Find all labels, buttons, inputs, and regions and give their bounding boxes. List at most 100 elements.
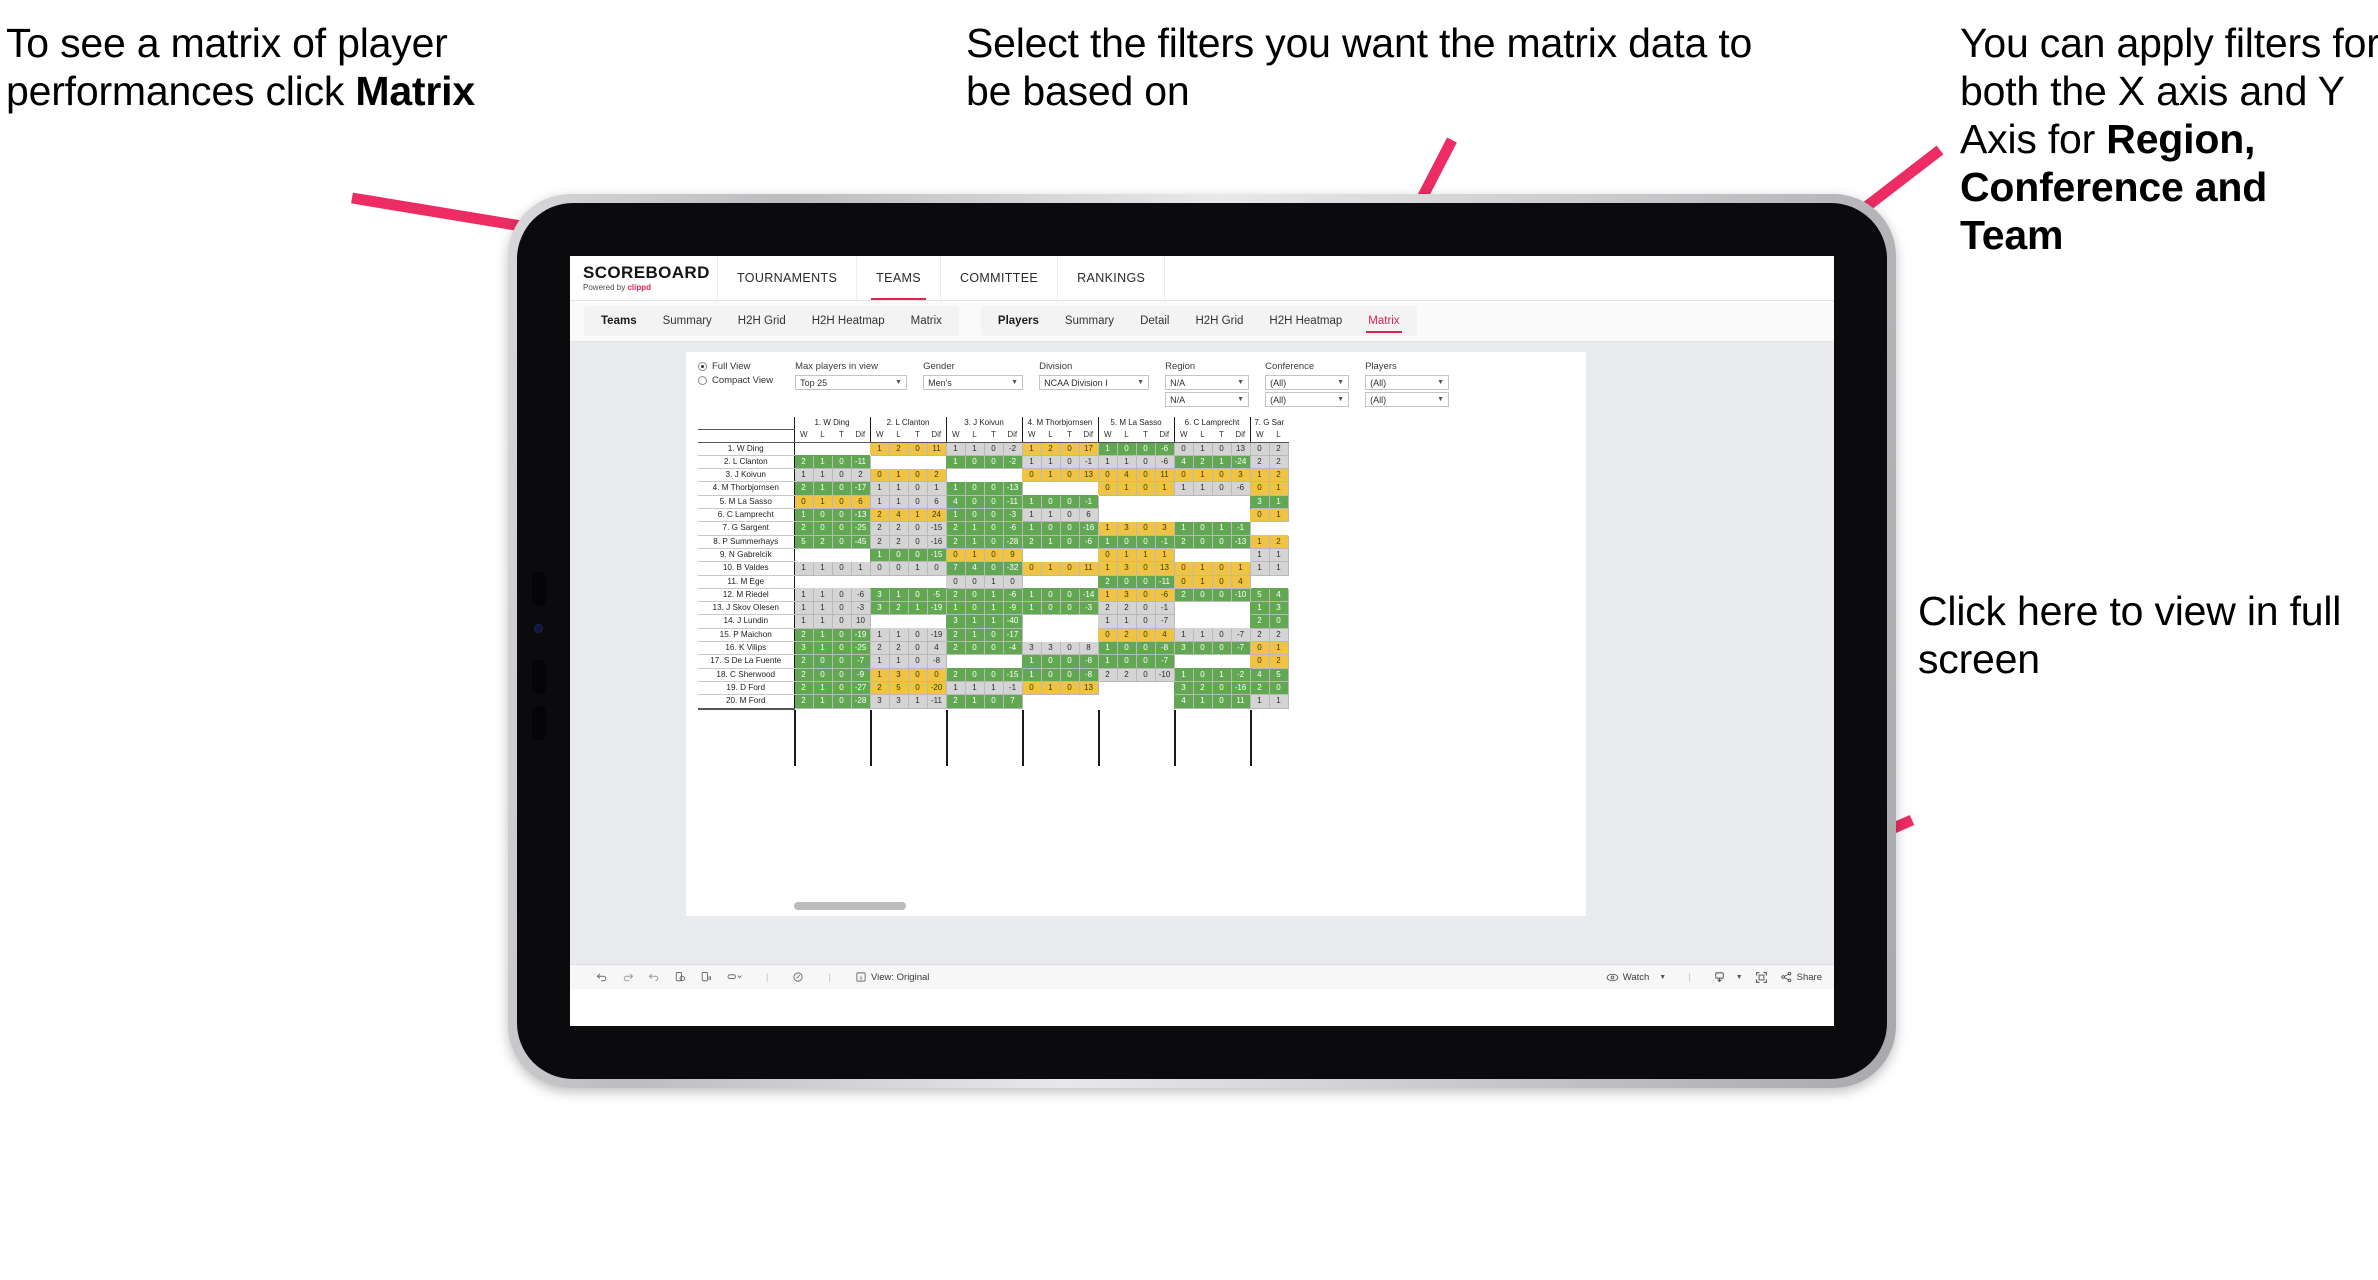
matrix-cell[interactable]: [1021, 694, 1041, 709]
matrix-cell[interactable]: 1: [983, 614, 1004, 629]
matrix-cell[interactable]: 4: [945, 494, 966, 510]
matrix-cell[interactable]: -8: [926, 654, 947, 669]
matrix-cell[interactable]: 1: [1173, 481, 1194, 496]
matrix-cell[interactable]: 1: [1249, 561, 1270, 576]
matrix-cell[interactable]: 2: [1173, 534, 1194, 549]
matrix-cell[interactable]: 0: [831, 587, 852, 603]
matrix-cell[interactable]: 1: [1097, 654, 1118, 669]
matrix-cell[interactable]: 1: [812, 494, 833, 510]
matrix-cell[interactable]: 0: [983, 534, 1004, 549]
nav-item-rankings[interactable]: RANKINGS: [1058, 256, 1166, 300]
matrix-cell[interactable]: 1: [926, 481, 947, 496]
matrix-cell[interactable]: 11: [1230, 694, 1251, 710]
matrix-cell[interactable]: 0: [1040, 667, 1061, 682]
matrix-cell[interactable]: 0: [1135, 481, 1156, 496]
matrix-cell[interactable]: -6: [1154, 441, 1175, 456]
matrix-cell[interactable]: 1: [907, 508, 928, 523]
matrix-cell[interactable]: [927, 455, 946, 469]
matrix-cell[interactable]: [1079, 628, 1098, 642]
matrix-cell[interactable]: [1060, 481, 1079, 496]
matrix-cell[interactable]: 0: [1040, 494, 1061, 510]
matrix-cell[interactable]: 0: [1192, 667, 1213, 682]
matrix-cell[interactable]: 0: [1173, 441, 1194, 456]
matrix-cell[interactable]: [1231, 601, 1250, 615]
matrix-cell[interactable]: -11: [1002, 494, 1023, 510]
select-division[interactable]: NCAA Division I ▼: [1039, 375, 1150, 390]
matrix-cell[interactable]: 1: [1249, 468, 1270, 483]
matrix-cell[interactable]: -5: [926, 587, 947, 603]
matrix-cell[interactable]: 0: [869, 468, 890, 483]
matrix-cell[interactable]: 1: [1268, 481, 1289, 496]
matrix-cell[interactable]: 3: [1116, 587, 1137, 603]
matrix-cell[interactable]: 0: [1040, 587, 1061, 603]
matrix-cell[interactable]: 0: [983, 561, 1004, 576]
matrix-cell[interactable]: 2: [1116, 601, 1137, 616]
matrix-cell[interactable]: 2: [888, 534, 909, 549]
matrix-cell[interactable]: 0: [1249, 508, 1270, 523]
matrix-cell[interactable]: [1212, 614, 1231, 629]
matrix-cell[interactable]: 1: [1211, 454, 1232, 470]
matrix-cell[interactable]: [1136, 694, 1155, 709]
matrix-cell[interactable]: 2: [1249, 680, 1270, 696]
matrix-cell[interactable]: 2: [869, 534, 890, 549]
matrix-cell[interactable]: 3: [1040, 641, 1061, 656]
matrix-cell[interactable]: 8: [1078, 641, 1099, 656]
matrix-cell[interactable]: 0: [812, 521, 833, 536]
matrix-cell[interactable]: 0: [831, 521, 852, 536]
matrix-cell[interactable]: -25: [850, 521, 871, 536]
matrix-cell[interactable]: [1249, 575, 1269, 589]
matrix-cell[interactable]: 0: [831, 694, 852, 710]
matrix-cell[interactable]: 1: [793, 508, 814, 523]
matrix-cell[interactable]: 1: [945, 441, 966, 456]
matrix-cell[interactable]: -13: [1230, 534, 1251, 549]
matrix-cell[interactable]: -6: [1078, 534, 1099, 549]
matrix-cell[interactable]: 1: [964, 627, 985, 643]
matrix-cell[interactable]: 1: [888, 627, 909, 643]
matrix-cell[interactable]: 0: [907, 481, 928, 496]
matrix-cell[interactable]: 6: [1078, 508, 1099, 523]
share-button[interactable]: Share: [1780, 971, 1822, 983]
matrix-cell[interactable]: 0: [1059, 561, 1080, 576]
matrix-cell[interactable]: 0: [831, 508, 852, 523]
matrix-cell[interactable]: -16: [926, 534, 947, 549]
select-max-players[interactable]: Top 25 ▼: [795, 375, 908, 390]
matrix-cell[interactable]: 1: [869, 667, 890, 682]
matrix-cell[interactable]: 0: [1192, 641, 1213, 656]
matrix-cell[interactable]: -16: [1078, 521, 1099, 536]
matrix-cell[interactable]: 1: [1268, 641, 1289, 656]
matrix-cell[interactable]: [1117, 508, 1136, 522]
matrix-cell[interactable]: 3: [1230, 468, 1251, 483]
view-toggle-icon[interactable]: [726, 971, 742, 983]
matrix-cell[interactable]: 1: [964, 694, 985, 710]
matrix-cell[interactable]: [965, 654, 984, 669]
matrix-cell[interactable]: 1: [812, 601, 833, 616]
matrix-cell[interactable]: [1079, 614, 1098, 629]
matrix-cell[interactable]: 1: [983, 574, 1004, 589]
matrix-cell[interactable]: 2: [850, 468, 871, 483]
tab-teams-matrix[interactable]: Matrix: [898, 306, 955, 336]
matrix-cell[interactable]: 13: [1154, 561, 1175, 576]
matrix-cell[interactable]: 0: [907, 494, 928, 510]
matrix-cell[interactable]: 1: [1097, 521, 1118, 536]
matrix-cell[interactable]: -7: [850, 654, 871, 669]
matrix-cell[interactable]: 3: [869, 694, 890, 710]
matrix-cell[interactable]: -19: [850, 627, 871, 643]
matrix-cell[interactable]: 0: [907, 654, 928, 669]
matrix-cell[interactable]: 1: [793, 561, 814, 576]
matrix-cell[interactable]: [984, 468, 1003, 482]
matrix-cell[interactable]: 0: [1135, 667, 1156, 682]
fullscreen-button[interactable]: [1755, 971, 1768, 984]
matrix-cell[interactable]: 1: [1040, 468, 1061, 483]
matrix-cell[interactable]: 4: [1116, 468, 1137, 483]
matrix-cell[interactable]: [1155, 681, 1174, 695]
matrix-cell[interactable]: [927, 575, 946, 589]
matrix-cell[interactable]: 2: [945, 694, 966, 710]
matrix-cell[interactable]: -6: [1154, 587, 1175, 603]
matrix-cell[interactable]: 2: [1116, 667, 1137, 682]
matrix-cell[interactable]: 2: [793, 654, 814, 669]
matrix-cell[interactable]: 1: [869, 627, 890, 643]
matrix-cell[interactable]: 0: [1059, 667, 1080, 682]
matrix-cell[interactable]: 0: [964, 667, 985, 682]
matrix-cell[interactable]: 2: [945, 521, 966, 536]
matrix-cell[interactable]: [1079, 694, 1098, 709]
